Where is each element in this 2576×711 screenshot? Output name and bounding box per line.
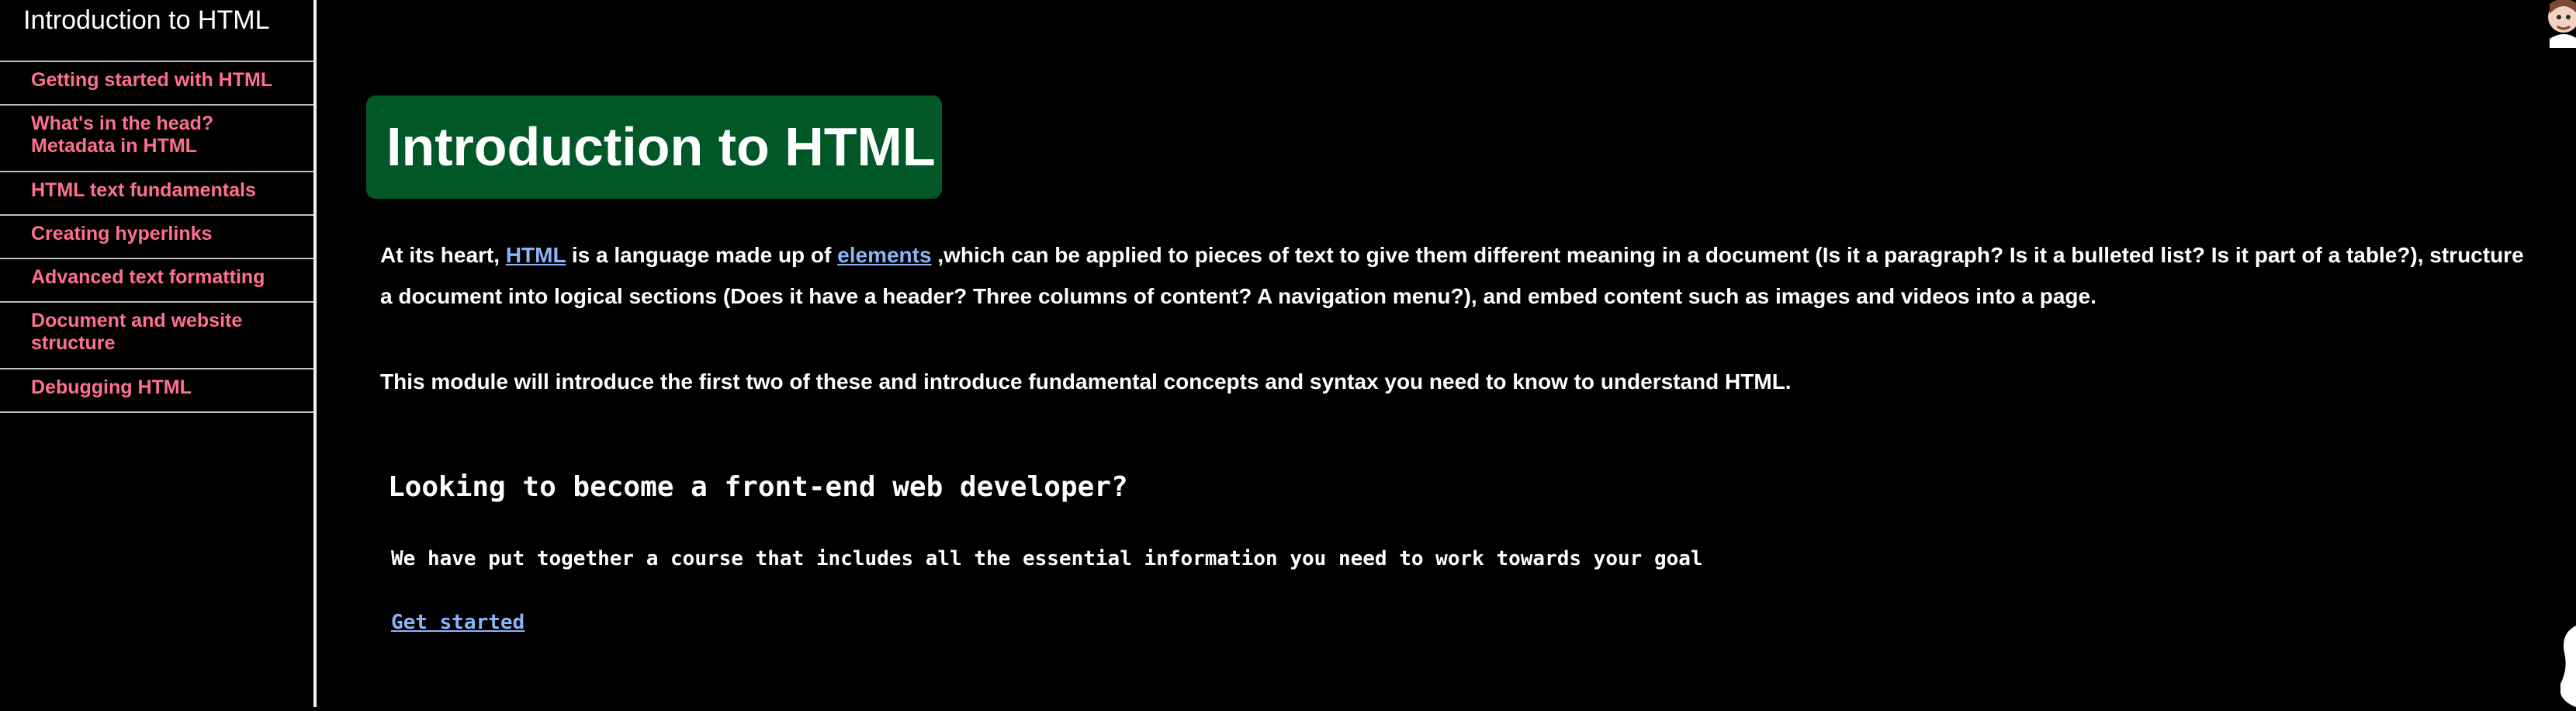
sidebar-item-getting-started[interactable]: Getting started with HTML xyxy=(0,62,313,106)
sidebar-item-text-fundamentals[interactable]: HTML text fundamentals xyxy=(0,172,313,216)
intro-prefix: At its heart, xyxy=(380,243,506,267)
sidebar-item-metadata[interactable]: What's in the head? Metadata in HTML xyxy=(0,106,313,172)
main-content: Introduction to HTML At its heart, HTML … xyxy=(320,0,2539,707)
avatar-icon[interactable] xyxy=(2542,0,2576,48)
sidebar: Introduction to HTML Getting started wit… xyxy=(0,0,317,707)
intro-middle: is a language made up of xyxy=(566,243,838,267)
sidebar-nav: Getting started with HTML What's in the … xyxy=(0,61,313,413)
course-description: We have put together a course that inclu… xyxy=(391,547,1703,571)
sidebar-item-hyperlinks[interactable]: Creating hyperlinks xyxy=(0,216,313,259)
module-summary: This module will introduce the first two… xyxy=(380,369,1792,394)
scrollbar-thumb-icon[interactable] xyxy=(2560,626,2576,707)
sidebar-item-advanced-formatting[interactable]: Advanced text formatting xyxy=(0,259,313,303)
get-started-link[interactable]: Get started xyxy=(391,609,525,636)
sidebar-item-document-structure[interactable]: Document and website structure xyxy=(0,303,313,369)
html-link[interactable]: HTML xyxy=(506,243,566,267)
intro-paragraph: At its heart, HTML is a language made up… xyxy=(380,234,2537,317)
course-heading: Looking to become a front-end web develo… xyxy=(388,470,1128,503)
sidebar-title: Introduction to HTML xyxy=(23,5,270,35)
elements-link[interactable]: elements xyxy=(837,243,931,267)
page-title: Introduction to HTML xyxy=(366,95,942,199)
sidebar-item-debugging[interactable]: Debugging HTML xyxy=(0,369,313,413)
